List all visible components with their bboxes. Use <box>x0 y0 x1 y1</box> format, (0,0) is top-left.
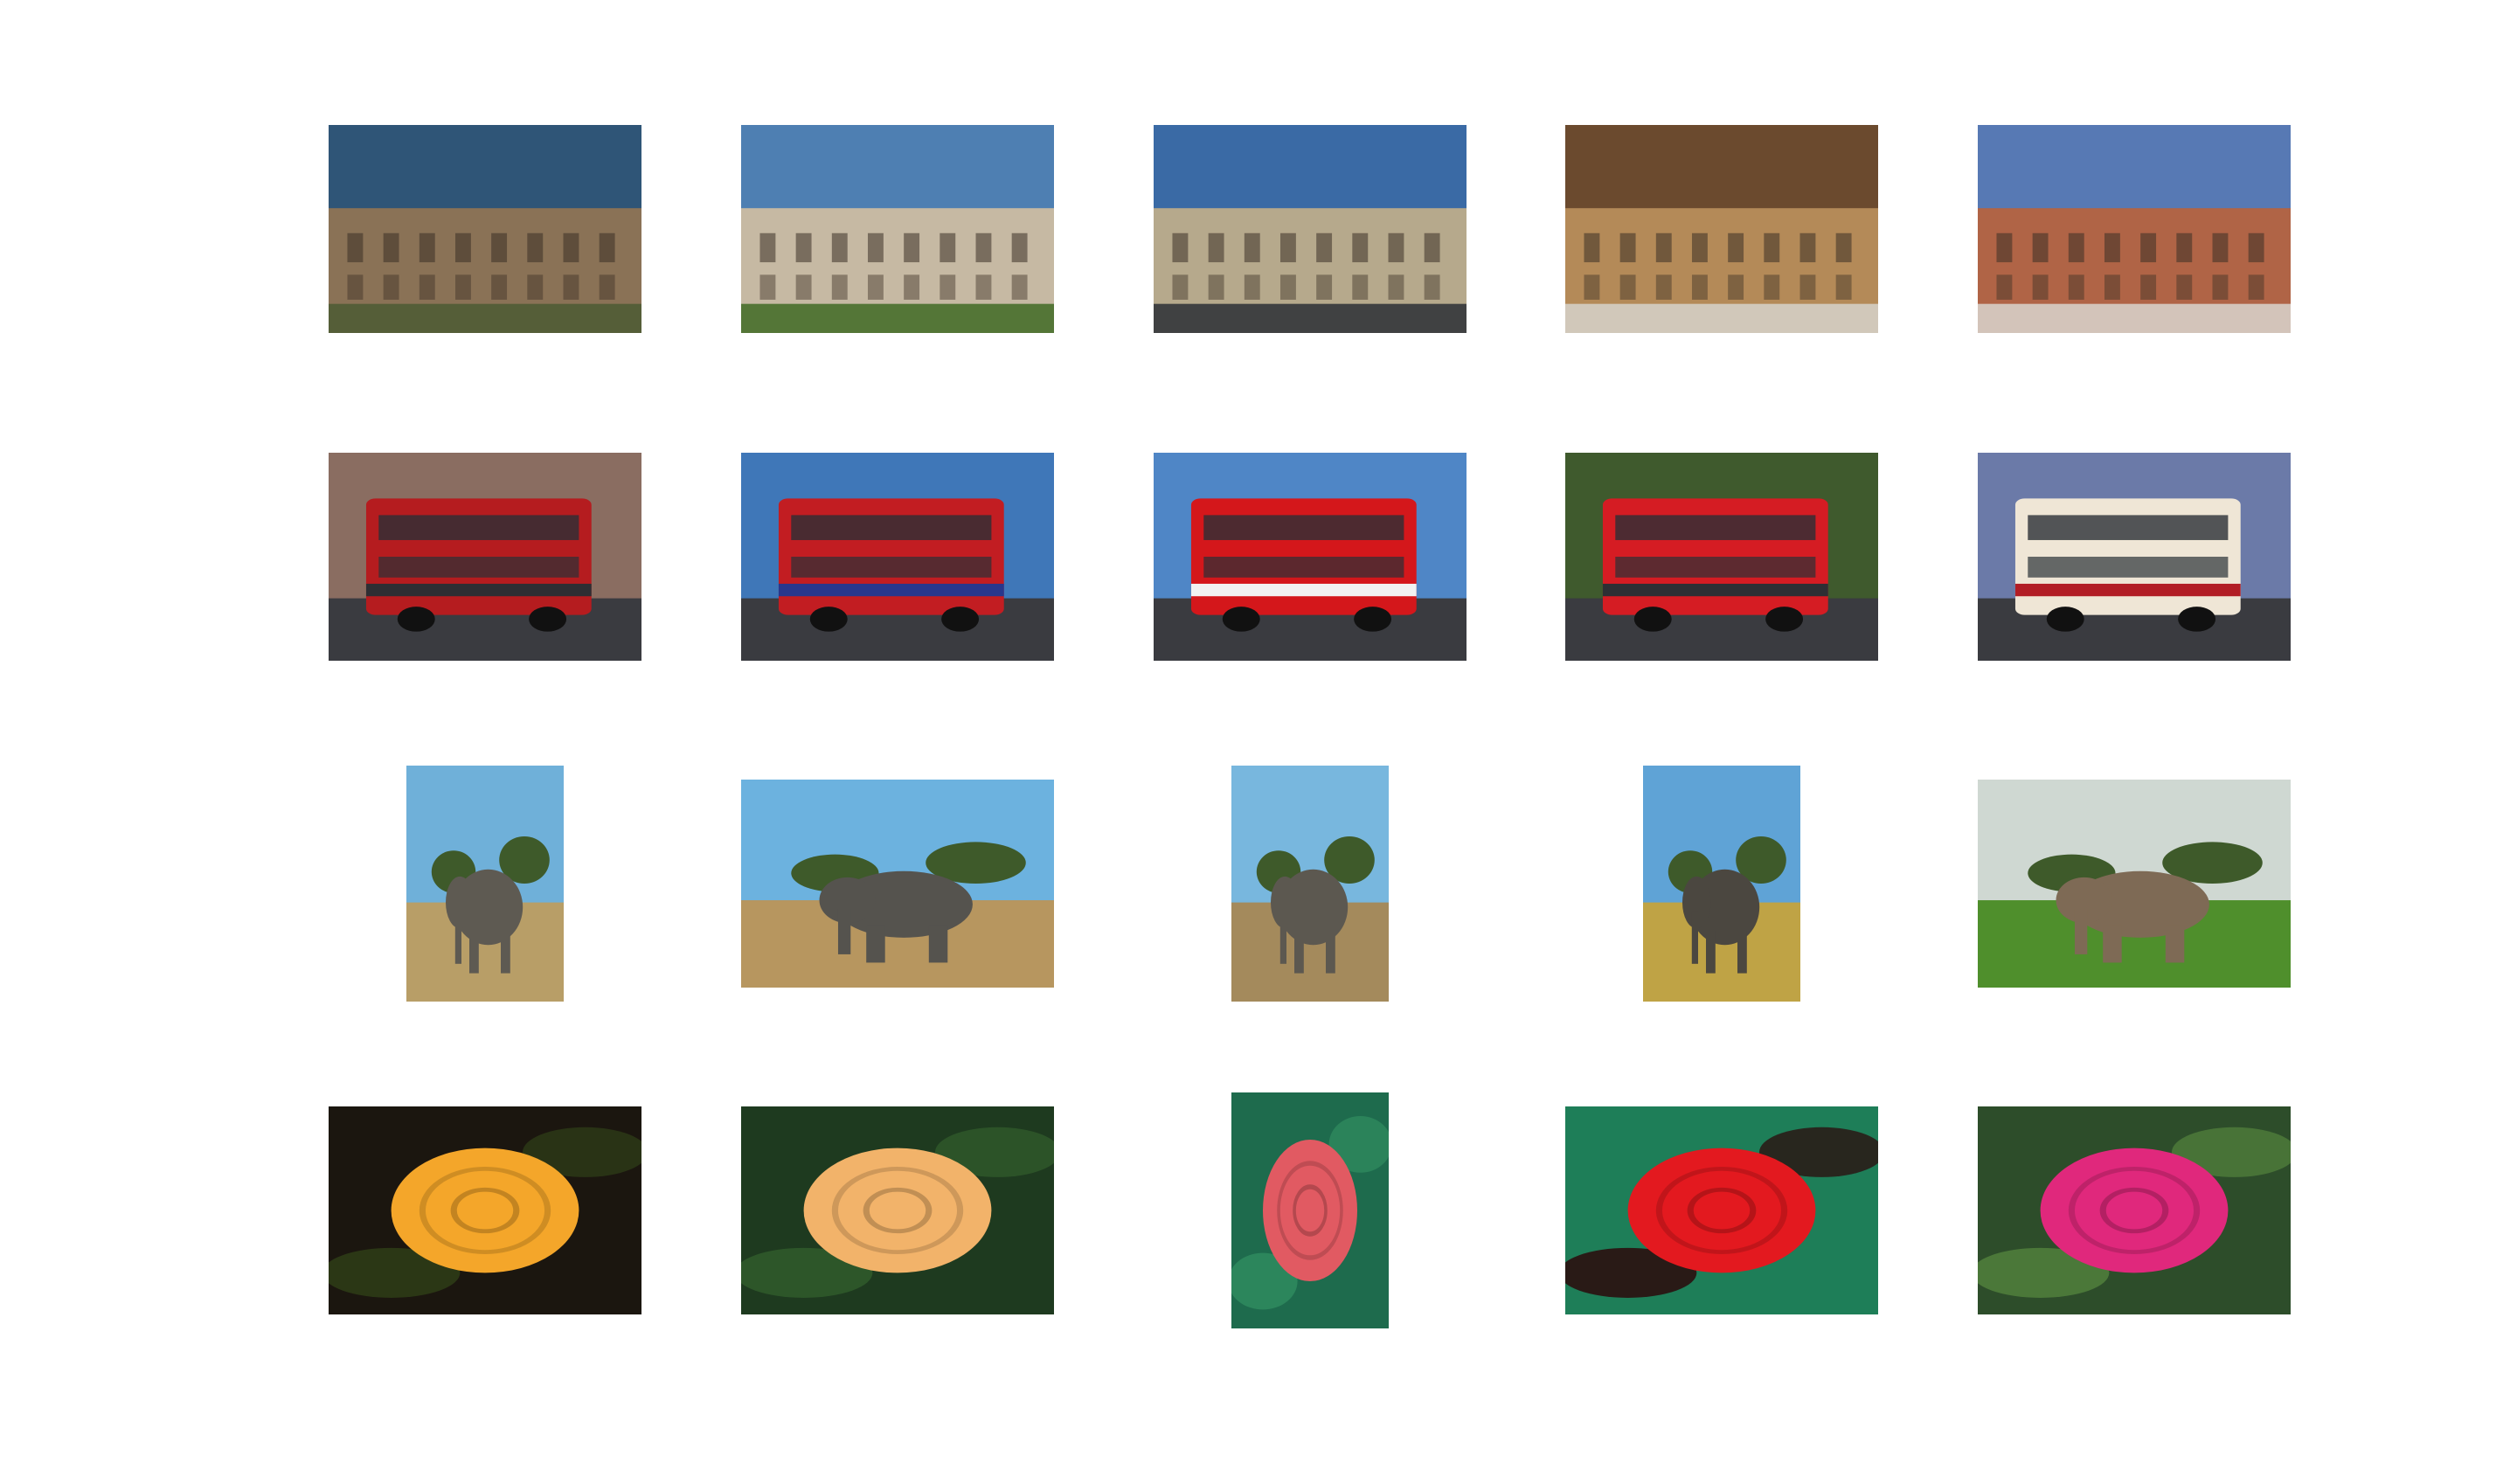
photo-vittoriano-and-aracoeli <box>741 125 1054 333</box>
photo-elephant-green-bush <box>1978 780 2291 988</box>
photo-colosseum <box>329 125 641 333</box>
elephant-photo-graphic <box>1978 780 2291 988</box>
photo-fresco-interior-marble-floor <box>1565 125 1878 333</box>
bus-photo-graphic <box>1565 453 1878 661</box>
bus-photo-graphic <box>1978 453 2291 661</box>
architecture-photo-graphic <box>1565 125 1878 333</box>
flower-photo-graphic <box>741 1106 1054 1314</box>
flower-photo-graphic <box>329 1106 641 1314</box>
photo-red-single-deck-bus <box>329 453 641 661</box>
architecture-photo-graphic <box>741 125 1054 333</box>
photo-magenta-rose <box>1978 1106 2291 1314</box>
architecture-photo-graphic <box>1154 125 1467 333</box>
photo-cream-red-parfitts-bus <box>1978 453 2291 661</box>
photo-red-double-decker-bus-trees <box>1565 453 1878 661</box>
photo-red-double-decker-bus-street <box>741 453 1054 661</box>
photo-st-peters-basilica-with-nuns <box>1154 125 1467 333</box>
photo-fountain-piazza-navona <box>1978 125 2291 333</box>
flower-photo-graphic <box>1565 1106 1878 1314</box>
elephant-photo-graphic <box>741 780 1054 988</box>
bus-photo-graphic <box>329 453 641 661</box>
image-grid <box>0 0 2517 1484</box>
photo-elephant-under-branches <box>1231 766 1389 1002</box>
bus-photo-graphic <box>741 453 1054 661</box>
photo-red-rose-closeup <box>1565 1106 1878 1314</box>
photo-pink-rose-cluster <box>1231 1092 1389 1328</box>
elephant-photo-graphic <box>406 766 564 1002</box>
flower-photo-graphic <box>1978 1106 2291 1314</box>
architecture-photo-graphic <box>329 125 641 333</box>
elephant-photo-graphic <box>1231 766 1389 1002</box>
photo-elephant-by-tree <box>406 766 564 1002</box>
photo-yellow-rose <box>329 1106 641 1314</box>
photo-peach-roses <box>741 1106 1054 1314</box>
photo-elephant-acacia <box>1643 766 1800 1002</box>
flower-photo-graphic <box>1231 1092 1389 1328</box>
elephant-photo-graphic <box>1643 766 1800 1002</box>
architecture-photo-graphic <box>1978 125 2291 333</box>
photo-red-white-double-decker-bus <box>1154 453 1467 661</box>
bus-photo-graphic <box>1154 453 1467 661</box>
photo-elephant-savanna <box>741 780 1054 988</box>
